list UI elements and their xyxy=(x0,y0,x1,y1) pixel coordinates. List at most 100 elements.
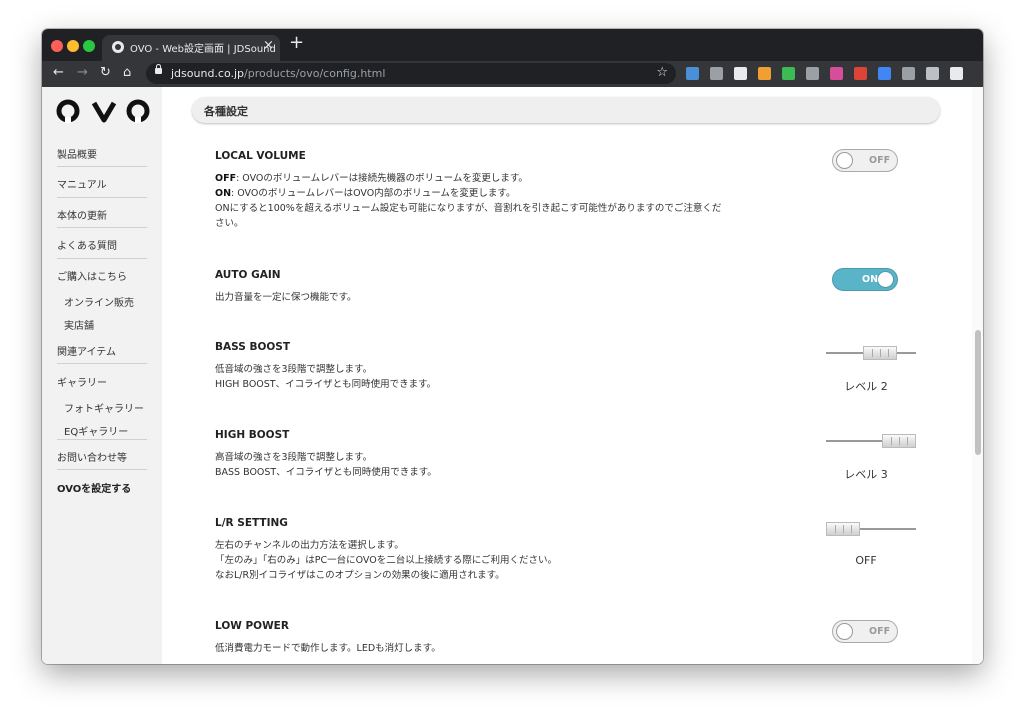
reload-button[interactable]: ↻ xyxy=(100,66,111,80)
url-path: /products/ovo/config.html xyxy=(244,67,386,80)
description-line: OFF: OVOのボリュームレバーは接続先機器のボリュームを変更します。 xyxy=(215,171,785,186)
window-minimize-button[interactable] xyxy=(67,40,79,52)
description-line: 低音域の強さを3段階で調整します。 xyxy=(215,364,373,375)
toggle-knob xyxy=(836,623,853,640)
setting-description: 出力音量を一定に保つ機能です。 xyxy=(215,290,785,305)
description-line: BASS BOOST、イコライザとも同時使用できます。 xyxy=(215,467,437,478)
extension-icon[interactable] xyxy=(830,67,843,80)
extension-icon[interactable] xyxy=(854,67,867,80)
sidebar-divider xyxy=(57,166,147,167)
favicon-icon xyxy=(112,41,124,53)
extension-icon[interactable] xyxy=(710,67,723,80)
tab-strip: OVO - Web設定画面 | JDSound × + xyxy=(42,29,983,61)
description-bold: OFF xyxy=(215,173,237,184)
description-line: なおL/R別イコライザはこのオプションの効果の後に適用されます。 xyxy=(215,570,505,581)
new-tab-button[interactable]: + xyxy=(289,34,304,52)
tab-close-icon[interactable]: × xyxy=(263,38,274,53)
setting-title: L/R SETTING xyxy=(215,517,288,529)
lr-setting-value: OFF xyxy=(855,554,877,567)
sidebar-item-configure[interactable]: OVOを設定する xyxy=(57,480,147,495)
description-line: さい。 xyxy=(215,218,244,229)
sidebar-item-eq-gallery[interactable]: EQギャラリー xyxy=(64,423,128,438)
setting-description: OFF: OVOのボリュームレバーは接続先機器のボリュームを変更します。 ON:… xyxy=(215,171,785,231)
toggle-knob xyxy=(877,271,894,288)
sidebar-item-gallery[interactable]: ギャラリー xyxy=(57,374,147,389)
slider-thumb[interactable] xyxy=(826,522,860,536)
low-power-toggle[interactable]: OFF xyxy=(832,620,898,643)
section-header-title: 各種設定 xyxy=(204,105,248,118)
back-button[interactable]: ← xyxy=(53,66,64,80)
description-line: 左右のチャンネルの出力方法を選択します。 xyxy=(215,540,404,551)
toggle-label: OFF xyxy=(869,155,891,166)
description-line: 「左のみ」「右のみ」はPC一台にOVOを二台以上接続する際にご利用ください。 xyxy=(215,555,558,566)
high-boost-level: レベル 3 xyxy=(844,468,888,481)
local-volume-toggle[interactable]: OFF xyxy=(832,149,898,172)
extension-icon[interactable] xyxy=(950,67,963,80)
sidebar: 製品概要 マニュアル 本体の更新 よくある質問 ご購入はこちら オンライン販売 … xyxy=(42,87,162,664)
sidebar-divider xyxy=(57,439,147,440)
sidebar-item-retail-store[interactable]: 実店舗 xyxy=(64,317,94,332)
description-line: 出力音量を一定に保つ機能です。 xyxy=(215,292,357,303)
extension-icon[interactable] xyxy=(758,67,771,80)
url-text: jdsound.co.jp/products/ovo/config.html xyxy=(171,67,385,80)
setting-description: 高音域の強さを3段階で調整します。 BASS BOOST、イコライザとも同時使用… xyxy=(215,450,785,480)
toggle-label: OFF xyxy=(869,626,891,637)
sidebar-item-online-store[interactable]: オンライン販売 xyxy=(64,294,134,309)
bass-boost-level: レベル 2 xyxy=(844,380,888,393)
browser-tab[interactable]: OVO - Web設定画面 | JDSound × xyxy=(102,35,280,61)
sidebar-item-faq[interactable]: よくある質問 xyxy=(57,237,147,252)
window-maximize-button[interactable] xyxy=(83,40,95,52)
section-header: 各種設定 xyxy=(192,97,940,123)
setting-description: 左右のチャンネルの出力方法を選択します。 「左のみ」「右のみ」はPC一台にOVO… xyxy=(215,538,785,583)
extension-icon[interactable] xyxy=(734,67,747,80)
auto-gain-toggle[interactable]: ON xyxy=(832,268,898,291)
lr-setting-slider[interactable] xyxy=(826,519,916,539)
description-text: : OVOのボリュームレバーはOVO内部のボリュームを変更します。 xyxy=(231,188,516,199)
sidebar-item-purchase[interactable]: ご購入はこちら xyxy=(57,268,147,283)
url-host: jdsound.co.jp xyxy=(171,67,245,80)
slider-thumb[interactable] xyxy=(882,434,916,448)
setting-description: 低音域の強さを3段階で調整します。 HIGH BOOST、イコライザとも同時使用… xyxy=(215,362,785,392)
toggle-label: ON xyxy=(862,274,879,285)
description-line: 高音域の強さを3段階で調整します。 xyxy=(215,452,373,463)
sidebar-item-manual[interactable]: マニュアル xyxy=(57,176,147,191)
bass-boost-slider[interactable] xyxy=(826,343,916,363)
description-line: ONにすると100%を超えるボリューム設定も可能になりますが、音割れを引き起こす… xyxy=(215,203,722,214)
extension-icon[interactable] xyxy=(878,67,891,80)
sidebar-item-product-overview[interactable]: 製品概要 xyxy=(57,146,147,161)
setting-title: BASS BOOST xyxy=(215,341,291,353)
sidebar-divider xyxy=(57,258,147,259)
extension-icon[interactable] xyxy=(782,67,795,80)
sidebar-item-related[interactable]: 関連アイテム xyxy=(57,343,147,358)
sidebar-item-photo-gallery[interactable]: フォトギャラリー xyxy=(64,400,144,415)
scrollbar-thumb[interactable] xyxy=(975,330,981,455)
ovo-logo xyxy=(56,99,150,123)
setting-description: 低消費電力モードで動作します。LEDも消灯します。 xyxy=(215,641,785,656)
home-button[interactable]: ⌂ xyxy=(123,66,131,80)
forward-button[interactable]: → xyxy=(77,66,88,80)
extension-icon[interactable] xyxy=(686,67,699,80)
description-bold: ON xyxy=(215,188,232,199)
window-close-button[interactable] xyxy=(51,40,63,52)
description-line: ON: OVOのボリュームレバーはOVO内部のボリュームを変更します。 xyxy=(215,186,785,201)
sidebar-item-update[interactable]: 本体の更新 xyxy=(57,207,147,222)
sidebar-divider xyxy=(57,469,147,470)
extension-icon[interactable] xyxy=(926,67,939,80)
extension-icon[interactable] xyxy=(902,67,915,80)
setting-title: LOCAL VOLUME xyxy=(215,150,306,162)
lock-icon xyxy=(155,64,162,74)
sidebar-divider xyxy=(57,363,147,364)
slider-thumb[interactable] xyxy=(863,346,897,360)
page-scrollbar[interactable] xyxy=(972,87,983,664)
description-line: 低消費電力モードで動作します。LEDも消灯します。 xyxy=(215,643,441,654)
browser-window: OVO - Web設定画面 | JDSound × + ← → ↻ ⌂ jdso… xyxy=(42,29,983,664)
bookmark-star-icon[interactable]: ☆ xyxy=(656,65,668,80)
setting-title: LOW POWER xyxy=(215,620,289,632)
high-boost-slider[interactable] xyxy=(826,431,916,451)
extension-icon[interactable] xyxy=(806,67,819,80)
toggle-knob xyxy=(836,152,853,169)
browser-toolbar: ← → ↻ ⌂ jdsound.co.jp/products/ovo/confi… xyxy=(42,61,983,87)
address-bar[interactable]: jdsound.co.jp/products/ovo/config.html ☆ xyxy=(146,63,676,84)
sidebar-item-contact[interactable]: お問い合わせ等 xyxy=(57,449,147,464)
web-page: 製品概要 マニュアル 本体の更新 よくある質問 ご購入はこちら オンライン販売 … xyxy=(42,87,983,664)
